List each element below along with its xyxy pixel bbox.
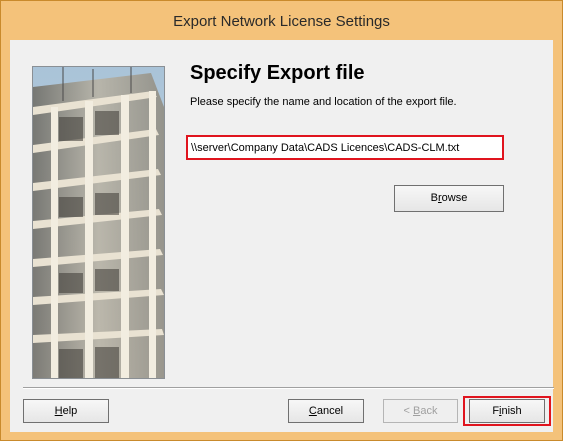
- export-path-input[interactable]: [191, 139, 499, 156]
- help-button[interactable]: Help: [23, 399, 109, 423]
- page-heading: Specify Export file: [190, 62, 365, 84]
- browse-button[interactable]: Browse: [394, 185, 504, 212]
- construction-building-image: [32, 66, 165, 379]
- footer-separator: [23, 387, 554, 389]
- finish-button-highlight: Finish: [463, 396, 551, 426]
- export-network-license-dialog: Export Network License Settings Specify …: [0, 0, 563, 441]
- back-button[interactable]: < Back: [383, 399, 458, 423]
- page-instruction: Please specify the name and location of …: [190, 96, 457, 108]
- window-title: Export Network License Settings: [1, 1, 562, 40]
- cancel-button[interactable]: Cancel: [288, 399, 364, 423]
- dialog-client-area: Specify Export file Please specify the n…: [10, 40, 554, 432]
- finish-button[interactable]: Finish: [469, 399, 545, 423]
- export-path-field-highlight: [186, 135, 504, 160]
